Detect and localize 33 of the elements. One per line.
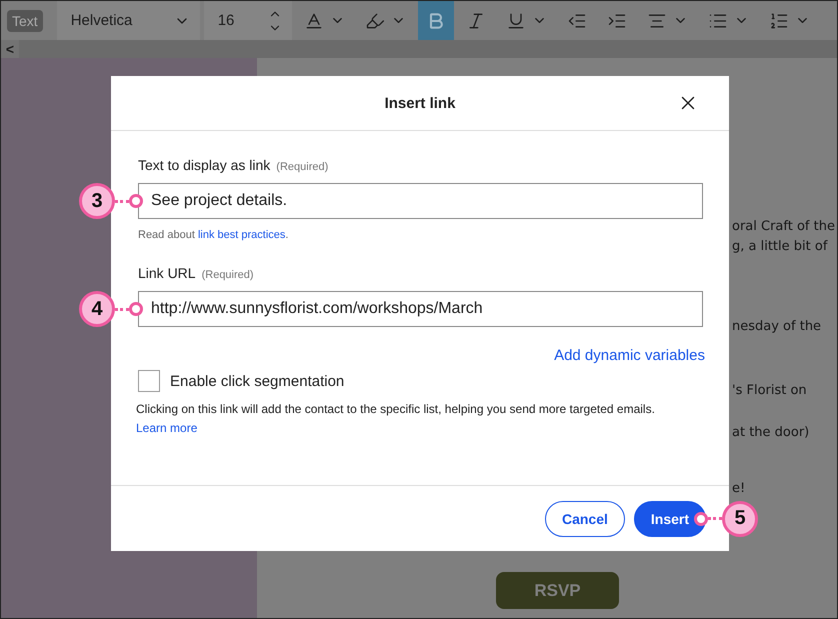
email-text: at the door) bbox=[732, 424, 810, 442]
hint-text: Read about link best practices. bbox=[138, 229, 290, 241]
email-text: nesday of the bbox=[732, 318, 822, 336]
dialog-title: Insert link bbox=[384, 94, 456, 112]
callout-ring bbox=[129, 302, 143, 316]
insert-button[interactable]: Insert bbox=[634, 500, 706, 536]
field-label: Text to display as link bbox=[138, 157, 270, 173]
cancel-button[interactable]: Cancel bbox=[544, 500, 625, 536]
email-text: e! bbox=[732, 480, 746, 498]
checkbox-label: Enable click segmentation bbox=[170, 372, 344, 390]
email-text: oral Craft of the bbox=[732, 218, 835, 236]
dynamic-variables-link[interactable]: Add dynamic variables bbox=[554, 347, 705, 364]
description-text: Clicking on this link will add the contact to the specific list, helping you send more targeted emails. bbox=[136, 401, 656, 418]
email-text: g, a little bit of bbox=[732, 238, 828, 256]
checkbox[interactable] bbox=[138, 370, 160, 392]
best-practices-link[interactable]: link best practices bbox=[198, 229, 286, 241]
scroll-left-button[interactable]: < bbox=[1, 40, 19, 58]
required-note: (Required) bbox=[202, 269, 254, 281]
text-badge: Text bbox=[7, 10, 43, 32]
learn-more-link[interactable]: Learn more bbox=[136, 419, 198, 438]
highlighter-icon bbox=[364, 10, 385, 30]
font-select[interactable]: Helvetica bbox=[56, 1, 200, 40]
text-color-icon bbox=[304, 10, 324, 30]
input-field[interactable]: http://www.sunnysflorist.com/workshops/March bbox=[138, 291, 703, 327]
callout-badge: 5 bbox=[722, 500, 758, 536]
input-field[interactable]: See project details. bbox=[138, 183, 703, 219]
toolbar-button[interactable] bbox=[418, 1, 454, 40]
required-note: (Required) bbox=[276, 161, 328, 173]
email-text: 's Florist on bbox=[732, 382, 807, 400]
underline-icon bbox=[506, 10, 526, 30]
callout-ring bbox=[129, 194, 143, 208]
font-size-field[interactable]: 16 bbox=[204, 1, 292, 40]
field-label: Link URL bbox=[138, 265, 196, 281]
